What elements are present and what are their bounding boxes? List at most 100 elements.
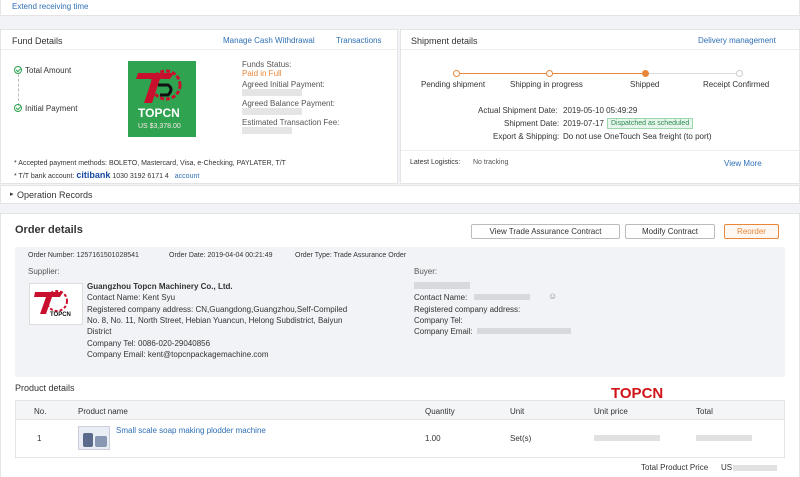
accepted-methods-text: * Accepted payment methods: BOLETO, Mast… bbox=[14, 160, 286, 167]
topcn-logo-icon bbox=[136, 69, 182, 103]
buyer-tel-label: Company Tel: bbox=[414, 316, 463, 325]
supplier-logo: TOPCN bbox=[29, 283, 83, 325]
col-quantity: Quantity bbox=[425, 407, 455, 416]
buyer-label: Buyer: bbox=[414, 267, 438, 276]
redacted-value bbox=[242, 108, 302, 115]
operation-records-label: Operation Records bbox=[17, 190, 93, 200]
divider bbox=[401, 49, 800, 50]
view-more-link[interactable]: View More bbox=[724, 159, 762, 168]
shipment-date-value: 2019-07-17 bbox=[563, 119, 604, 128]
modify-contract-button[interactable]: Modify Contract bbox=[625, 224, 715, 239]
check-circle-icon bbox=[14, 104, 22, 112]
export-shipping-value: Do not use OneTouch Sea freight (to port… bbox=[563, 132, 712, 141]
total-amount-value: US $3,378.00 bbox=[138, 123, 181, 130]
divider bbox=[1, 49, 399, 50]
order-info-box: Order Number: 1257161501028541 Order Dat… bbox=[15, 247, 785, 377]
buyer-address-label: Registered company address: bbox=[414, 305, 521, 314]
logo-text: TOPCN bbox=[138, 106, 180, 120]
fund-details-title: Fund Details bbox=[12, 36, 63, 46]
step-dot-current bbox=[642, 70, 649, 77]
product-table-header: No. Product name Quantity Unit Unit pric… bbox=[15, 400, 785, 420]
operation-records-bar[interactable]: ▸ Operation Records bbox=[0, 185, 800, 204]
order-date: Order Date: 2019-04-04 00:21:49 bbox=[169, 252, 273, 259]
table-row: 1 Small scale soap making plodder machin… bbox=[15, 420, 785, 458]
supplier-tel: Company Tel: 0086-020-29040856 bbox=[87, 339, 211, 348]
tt-bank-account-row: * T/T bank account: citibank 1030 3192 6… bbox=[14, 170, 199, 180]
product-name-link[interactable]: Small scale soap making plodder machine bbox=[116, 426, 266, 435]
account-link[interactable]: account bbox=[175, 173, 200, 180]
redacted-value bbox=[474, 294, 530, 300]
dispatched-badge: Dispatched as scheduled bbox=[607, 118, 694, 129]
supplier-contact-name: Contact Name: Kent Syu bbox=[87, 293, 176, 302]
redacted-value bbox=[242, 89, 302, 96]
total-product-price-label: Total Product Price bbox=[641, 463, 709, 472]
top-bar: Extend receiving time bbox=[0, 0, 800, 16]
citibank-logo: citibank bbox=[76, 170, 111, 180]
shipment-details-panel: Shipment details Delivery management Pen… bbox=[400, 29, 800, 184]
step-dot bbox=[736, 70, 743, 77]
payment-timeline bbox=[18, 74, 19, 106]
order-type: Order Type: Trade Assurance Order bbox=[295, 252, 407, 259]
col-no: No. bbox=[34, 407, 47, 416]
step-pending-shipment: Pending shipment bbox=[421, 80, 486, 89]
shipment-date-label: Shipment Date: bbox=[504, 119, 560, 128]
initial-payment-row: Initial Payment bbox=[14, 104, 77, 113]
reorder-button[interactable]: Reorder bbox=[724, 224, 779, 239]
total-amount-label: Total Amount bbox=[25, 66, 72, 75]
agreed-balance-label: Agreed Balance Payment: bbox=[242, 99, 335, 108]
order-details-panel: Order details View Trade Assurance Contr… bbox=[0, 213, 800, 477]
col-product-name: Product name bbox=[78, 407, 128, 416]
actual-shipment-date-label: Actual Shipment Date: bbox=[478, 106, 558, 115]
supplier-logo-text: TOPCN bbox=[50, 312, 71, 318]
latest-logistics-value: No tracking bbox=[473, 159, 509, 166]
initial-payment-label: Initial Payment bbox=[25, 104, 78, 113]
step-shipping-in-progress: Shipping in progress bbox=[510, 80, 583, 89]
actual-shipment-date-value: 2019-05-10 05:49:29 bbox=[563, 106, 638, 115]
manage-cash-withdrawal-link[interactable]: Manage Cash Withdrawal bbox=[223, 36, 315, 45]
redacted-value bbox=[477, 328, 571, 334]
tt-label: * T/T bank account: bbox=[14, 173, 75, 180]
shipment-details-title: Shipment details bbox=[411, 36, 478, 46]
col-total: Total bbox=[696, 407, 713, 416]
estimated-fee-label: Estimated Transaction Fee: bbox=[242, 118, 340, 127]
amount-logo-card: TOPCN US $3,378.00 bbox=[128, 61, 196, 137]
supplier-email: Company Email: kent@topcnpackagemachine.… bbox=[87, 350, 269, 359]
row-unit: Set(s) bbox=[510, 434, 532, 443]
product-thumbnail[interactable] bbox=[78, 426, 110, 450]
redacted-value bbox=[414, 282, 470, 289]
chat-icon[interactable]: ☺ bbox=[548, 291, 557, 301]
total-currency-prefix: US bbox=[721, 463, 733, 472]
redacted-value bbox=[242, 127, 292, 134]
supplier-address-line: District bbox=[87, 327, 112, 336]
supplier-address-line: Registered company address: CN,Guangdong… bbox=[87, 305, 348, 314]
redacted-value bbox=[696, 435, 752, 441]
check-circle-icon bbox=[14, 66, 22, 74]
bank-number: 1030 3192 6171 4 bbox=[112, 173, 169, 180]
step-receipt-confirmed: Receipt Confirmed bbox=[703, 80, 770, 89]
step-dot bbox=[453, 70, 460, 77]
extend-receiving-time-link[interactable]: Extend receiving time bbox=[12, 2, 88, 11]
redacted-value bbox=[733, 465, 777, 471]
buyer-contact-label: Contact Name: bbox=[414, 293, 468, 302]
order-number: Order Number: 1257161501028541 bbox=[28, 252, 139, 259]
export-shipping-label: Export & Shipping: bbox=[493, 132, 560, 141]
buyer-email-label: Company Email: bbox=[414, 327, 473, 336]
view-trade-assurance-contract-button[interactable]: View Trade Assurance Contract bbox=[471, 224, 620, 239]
latest-logistics-label: Latest Logistics: bbox=[410, 159, 461, 166]
transactions-link[interactable]: Transactions bbox=[336, 36, 382, 45]
col-unit: Unit bbox=[510, 407, 525, 416]
supplier-label: Supplier: bbox=[28, 267, 60, 276]
step-shipped: Shipped bbox=[630, 80, 660, 89]
progress-line-pending bbox=[647, 73, 739, 74]
expand-triangle-icon: ▸ bbox=[10, 191, 14, 198]
fund-details-panel: Fund Details Manage Cash Withdrawal Tran… bbox=[0, 29, 399, 184]
funds-status-label: Funds Status: bbox=[242, 60, 292, 69]
row-quantity: 1.00 bbox=[425, 434, 441, 443]
delivery-management-link[interactable]: Delivery management bbox=[698, 36, 776, 45]
row-no: 1 bbox=[37, 434, 42, 443]
col-unit-price: Unit price bbox=[594, 407, 628, 416]
supplier-address-line: No. 8, No. 11, North Street, Hebian Yuan… bbox=[87, 316, 343, 325]
funds-status-value: Paid in Full bbox=[242, 69, 282, 78]
product-details-title: Product details bbox=[15, 383, 75, 393]
total-amount-row: Total Amount bbox=[14, 66, 71, 75]
